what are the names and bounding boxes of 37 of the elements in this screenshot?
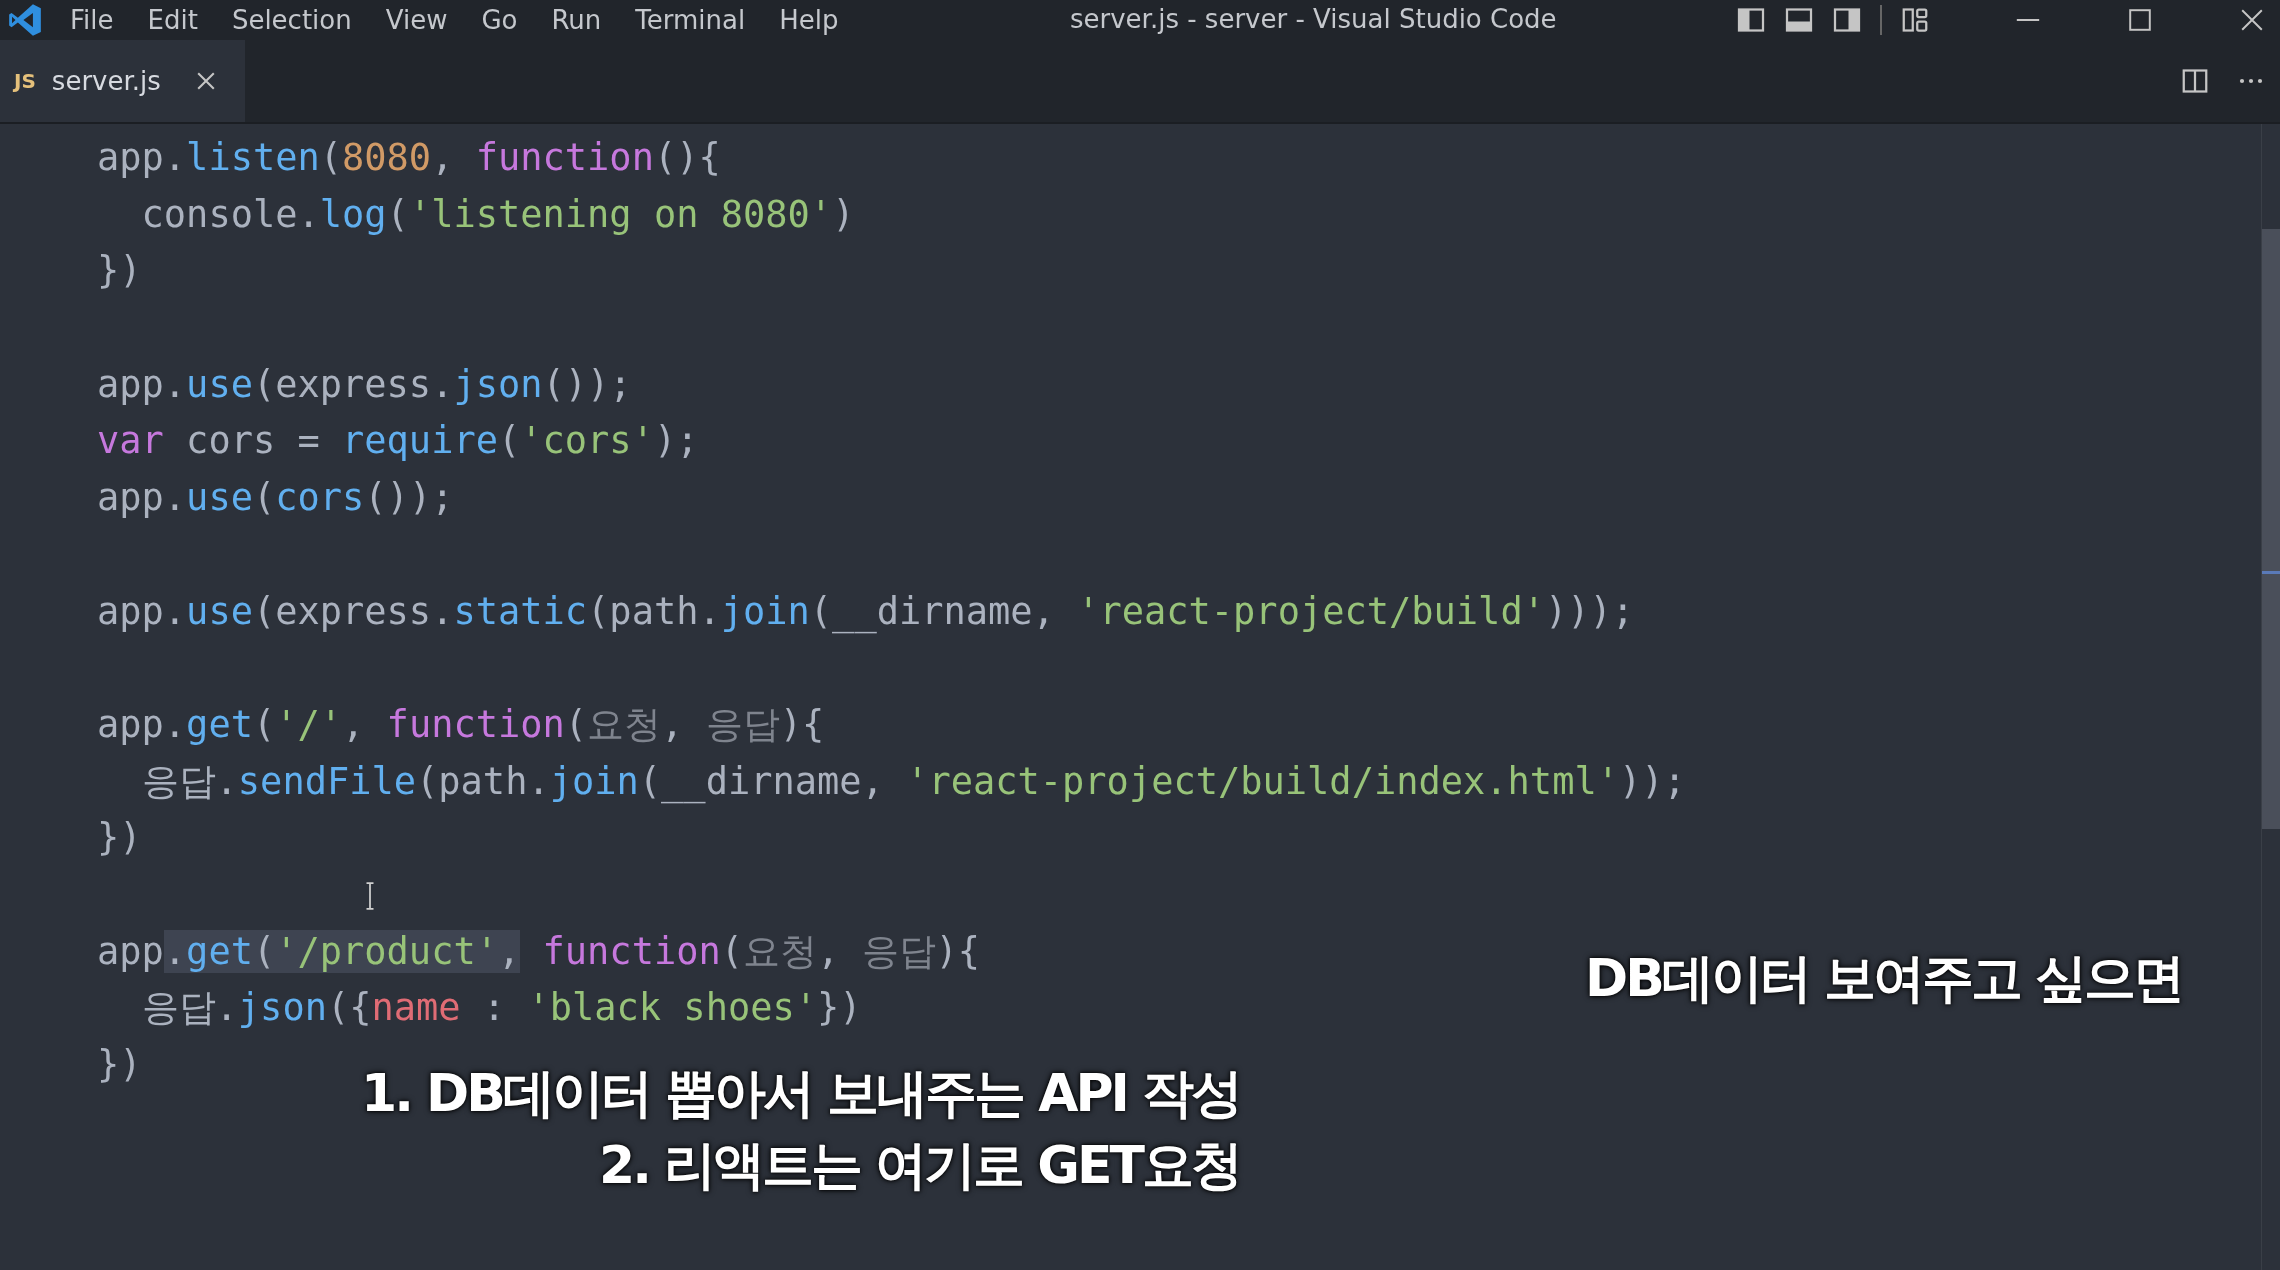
code-line: app.get('/product', function(요청, 응답){: [97, 928, 981, 975]
file-type-label: JS: [14, 69, 36, 93]
menu-item[interactable]: Terminal: [635, 5, 746, 35]
window-title: server.js - server - Visual Studio Code: [1070, 4, 1557, 34]
scrollbar-thumb[interactable]: [2262, 229, 2280, 829]
code-line: }): [97, 815, 142, 862]
toggle-secondary-sidebar-icon[interactable]: [1832, 5, 1862, 35]
tab-label: server.js: [51, 66, 162, 96]
menu-item[interactable]: Edit: [147, 5, 198, 35]
code-line: console.log('listening on 8080'): [140, 191, 855, 238]
code-line: app.use(express.static(path.join(__dirname, 'react-project/build')));: [97, 588, 1635, 636]
code-line: app.use(express.json());: [97, 361, 632, 408]
split-editor-icon[interactable]: [2180, 66, 2210, 96]
code-line: app.use(cors());: [97, 475, 454, 522]
maximize-icon[interactable]: [2126, 6, 2154, 34]
caption-text: DB데이터 보여주고 싶으면: [1585, 947, 2182, 1010]
code-line: var cors = require('cors');: [97, 418, 699, 465]
code-line: 응답.sendFile(path.join(__dirname, 'react-project/build/index.html'));: [140, 758, 1686, 806]
layout-icon[interactable]: [1900, 5, 1930, 35]
toggle-panel-icon[interactable]: [1784, 5, 1814, 35]
code-line: 응답.json({name : 'black shoes'}): [140, 985, 862, 1032]
menu-item[interactable]: Selection: [231, 5, 352, 35]
caption-text: 1. DB데이터 뽑아서 보내주는 API 작성: [361, 1062, 1240, 1125]
menu-item[interactable]: Help: [779, 5, 839, 35]
caption-text: 2. 리액트는 여기로 GET요청: [599, 1134, 1240, 1197]
menu-item[interactable]: File: [70, 5, 114, 35]
editor-tab[interactable]: JS server.js: [0, 40, 245, 122]
toggle-sidebar-icon[interactable]: [1736, 5, 1766, 35]
menu-item[interactable]: View: [385, 5, 448, 35]
app-logo-icon: [6, 1, 44, 39]
menu-item[interactable]: Go: [481, 5, 518, 35]
code-line: }): [97, 1042, 142, 1088]
text-cursor-icon: [364, 882, 376, 910]
code-line: app.get('/', function(요청, 응답){: [97, 701, 825, 748]
code-line: }): [97, 248, 142, 295]
menu-item[interactable]: Run: [551, 5, 602, 35]
code-line: app.listen(8080, function(){: [97, 135, 721, 181]
